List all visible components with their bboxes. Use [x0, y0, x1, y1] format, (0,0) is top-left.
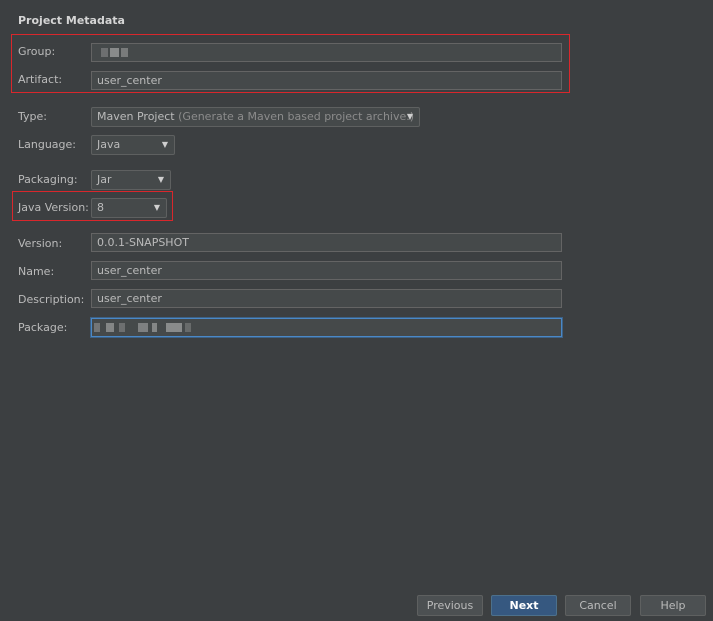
redacted-text	[110, 48, 119, 57]
type-label: Type:	[18, 110, 47, 123]
section-title: Project Metadata	[18, 14, 125, 27]
version-input[interactable]: 0.0.1-SNAPSHOT	[91, 233, 562, 252]
language-dropdown[interactable]: Java ▼	[91, 135, 175, 155]
help-button[interactable]: Help	[640, 595, 706, 616]
cancel-button[interactable]: Cancel	[565, 595, 631, 616]
version-label: Version:	[18, 237, 63, 250]
previous-button[interactable]: Previous	[417, 595, 483, 616]
artifact-label: Artifact:	[18, 73, 63, 86]
description-label: Description:	[18, 293, 85, 306]
redacted-text	[185, 323, 191, 332]
package-label: Package:	[18, 321, 68, 334]
name-input[interactable]: user_center	[91, 261, 562, 280]
project-metadata-dialog: Project Metadata Group: Artifact: user_c…	[0, 0, 713, 621]
package-input[interactable]	[91, 318, 562, 337]
chevron-down-icon: ▼	[157, 175, 164, 184]
language-label: Language:	[18, 138, 76, 151]
type-hint: (Generate a Maven based project archive.…	[178, 110, 415, 123]
redacted-text	[101, 48, 108, 57]
packaging-label: Packaging:	[18, 173, 78, 186]
description-input[interactable]: user_center	[91, 289, 562, 308]
type-dropdown[interactable]: Maven Project (Generate a Maven based pr…	[91, 107, 420, 127]
redacted-text	[121, 48, 128, 57]
redacted-text	[119, 323, 125, 332]
packaging-dropdown[interactable]: Jar ▼	[91, 170, 171, 190]
redacted-text	[106, 323, 114, 332]
group-input[interactable]	[91, 43, 562, 62]
group-label: Group:	[18, 45, 56, 58]
chevron-down-icon: ▼	[406, 112, 413, 121]
redacted-text	[166, 323, 182, 332]
redacted-text	[138, 323, 148, 332]
language-selected: Java	[97, 138, 121, 151]
chevron-down-icon: ▼	[161, 140, 168, 149]
type-selected: Maven Project	[97, 110, 175, 123]
name-label: Name:	[18, 265, 55, 278]
chevron-down-icon: ▼	[153, 203, 160, 212]
redacted-text	[94, 323, 100, 332]
artifact-input[interactable]: user_center	[91, 71, 562, 90]
next-button[interactable]: Next	[491, 595, 557, 616]
java-version-dropdown[interactable]: 8 ▼	[91, 198, 167, 218]
java-version-selected: 8	[97, 201, 104, 214]
packaging-selected: Jar	[97, 173, 112, 186]
redacted-text	[152, 323, 157, 332]
java-version-label: Java Version:	[18, 201, 89, 214]
